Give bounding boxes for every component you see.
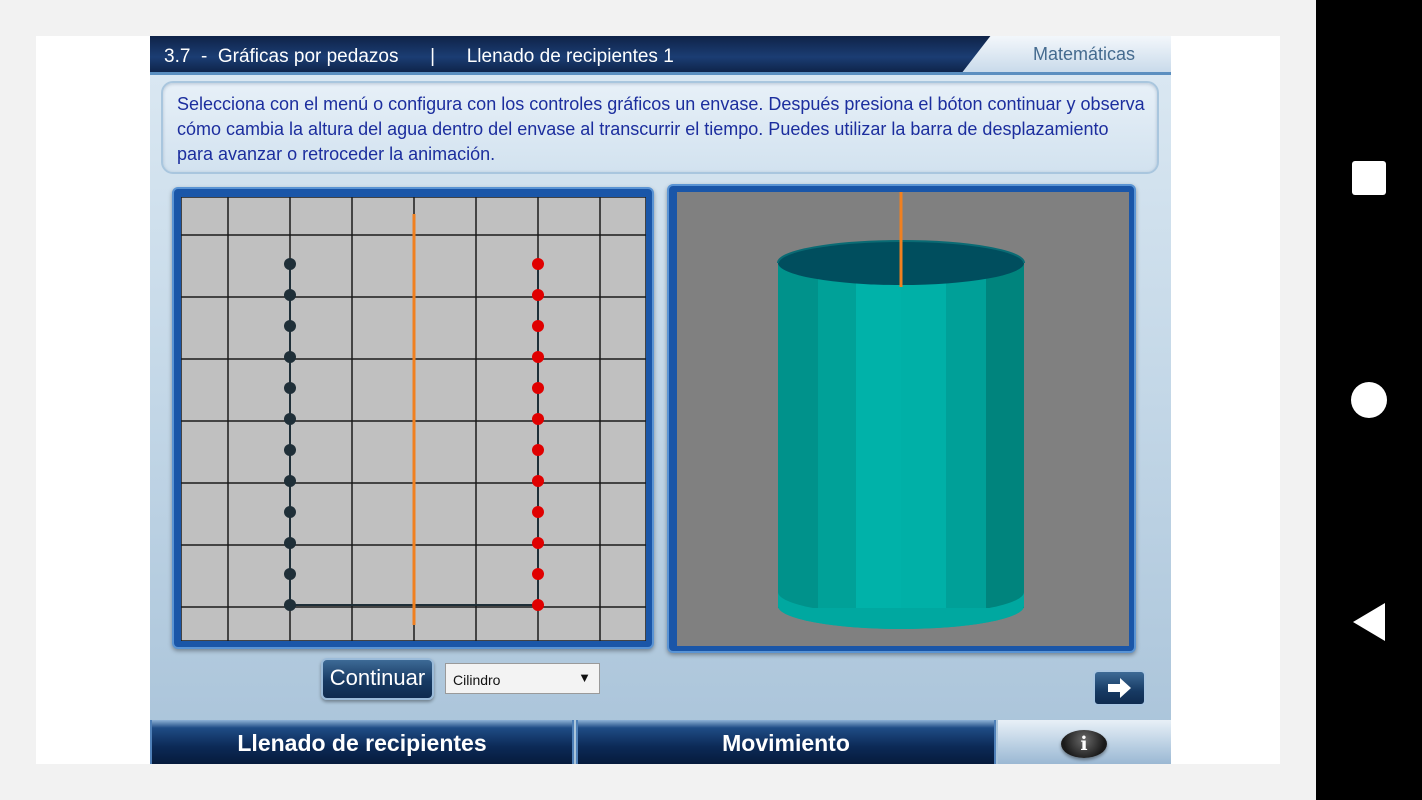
recents-square-icon[interactable] [1352, 161, 1386, 195]
dark-control-point [284, 351, 296, 363]
cylinder-body[interactable] [778, 263, 1024, 629]
home-circle-icon[interactable] [1351, 382, 1387, 418]
red-control-point [532, 475, 544, 487]
brand-label: Matemáticas [1032, 44, 1135, 64]
info-area: i [998, 720, 1171, 764]
info-button[interactable]: i [1061, 730, 1107, 758]
dark-control-point [284, 320, 296, 332]
dark-control-point [284, 568, 296, 580]
title-underline [150, 72, 1171, 75]
bottom-nav: Llenado de recipientes Movimiento i [150, 720, 1171, 764]
back-triangle-icon[interactable] [1353, 603, 1385, 641]
shape-select-value: Cilindro [453, 672, 501, 688]
info-icon: i [1080, 733, 1088, 755]
red-control-point [532, 568, 544, 580]
continue-button[interactable]: Continuar [321, 658, 434, 700]
dark-control-point [284, 475, 296, 487]
red-control-point [532, 351, 544, 363]
dark-control-point [284, 506, 296, 518]
dark-control-point [284, 382, 296, 394]
red-control-point [532, 537, 544, 549]
red-control-point [532, 444, 544, 456]
instructions-box: Selecciona con el menú o configura con l… [161, 81, 1159, 174]
dark-control-point [284, 289, 296, 301]
red-control-point [532, 413, 544, 425]
tab-movimiento[interactable]: Movimiento [576, 720, 996, 764]
tab-llenado-recipientes[interactable]: Llenado de recipientes [150, 720, 574, 764]
red-control-point [532, 599, 544, 611]
container-3d-view[interactable] [677, 192, 1129, 646]
red-control-point [532, 506, 544, 518]
red-control-point [532, 382, 544, 394]
dark-control-point [284, 258, 296, 270]
dark-control-point [284, 444, 296, 456]
arrow-right-icon [1108, 678, 1131, 698]
dark-control-point [284, 413, 296, 425]
dark-control-point [284, 537, 296, 549]
red-control-point [532, 320, 544, 332]
device-screen: 3.7 - Gráficas por pedazos | Llenado de … [0, 0, 1316, 800]
lesson-title: 3.7 - Gráficas por pedazos | Llenado de … [164, 46, 674, 67]
height-time-graph[interactable] [181, 197, 646, 641]
next-button[interactable] [1093, 670, 1146, 706]
title-bar: 3.7 - Gráficas por pedazos | Llenado de … [150, 36, 1171, 75]
dropdown-arrow-icon: ▼ [578, 670, 591, 685]
red-control-point [532, 258, 544, 270]
shape-select[interactable]: Cilindro ▼ [445, 663, 600, 694]
instructions-text: Selecciona con el menú o configura con l… [177, 94, 1145, 164]
math-app: 3.7 - Gráficas por pedazos | Llenado de … [150, 36, 1171, 764]
red-control-point [532, 289, 544, 301]
system-nav-bar [1316, 0, 1422, 800]
dark-control-point [284, 599, 296, 611]
